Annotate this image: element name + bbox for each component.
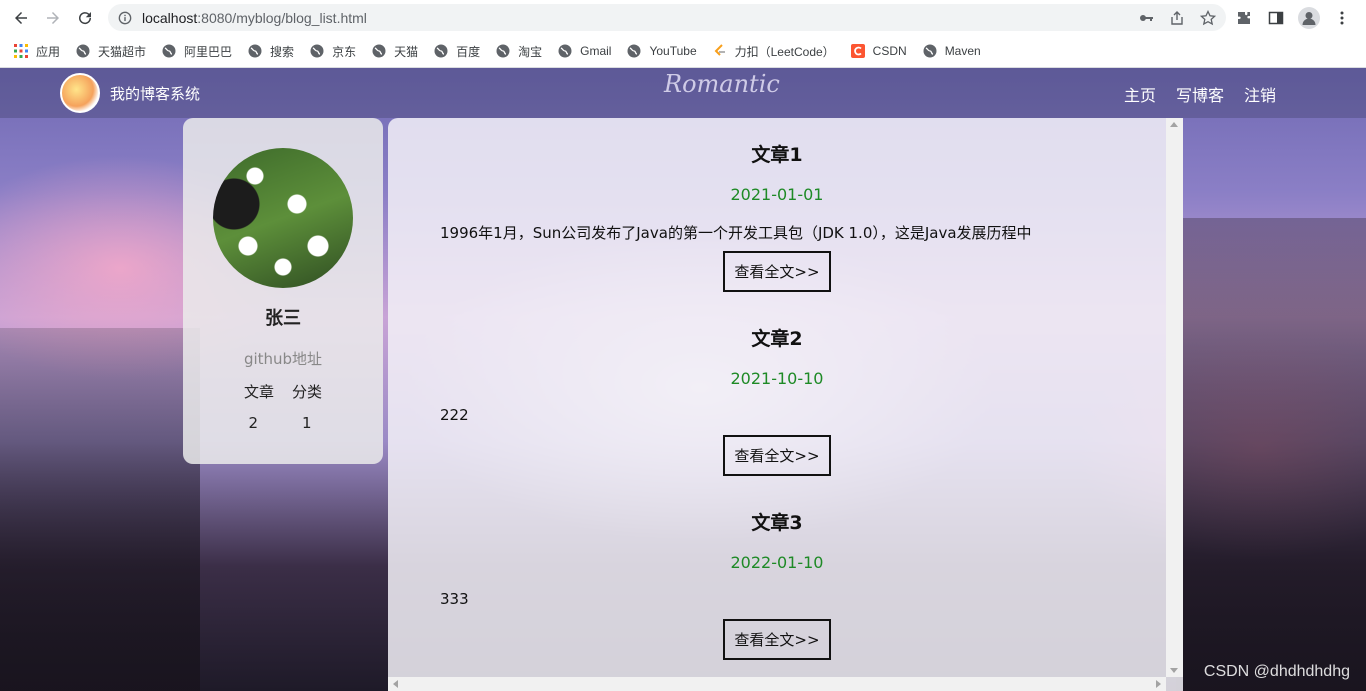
blog-title: 文章2 — [751, 328, 803, 350]
bookmark-apps[interactable]: 应用 — [14, 39, 68, 63]
user-avatar — [213, 148, 353, 288]
blog-desc: 222 — [440, 406, 469, 424]
globe-icon — [310, 44, 324, 58]
menu-dots-icon[interactable] — [1332, 8, 1352, 28]
globe-icon — [434, 44, 448, 58]
side-panel-icon[interactable] — [1266, 8, 1286, 28]
profile-avatar-icon[interactable] — [1298, 6, 1320, 29]
extensions-puzzle-icon[interactable] — [1234, 8, 1254, 28]
nav-link-write[interactable]: 写博客 — [1176, 82, 1224, 106]
horizontal-scrollbar[interactable] — [388, 677, 1166, 691]
globe-icon — [372, 44, 386, 58]
site-info-icon[interactable] — [118, 11, 132, 25]
nav-link-home[interactable]: 主页 — [1124, 82, 1156, 106]
nav-link-logout[interactable]: 注销 — [1244, 82, 1276, 106]
blog-desc: 1996年1月，Sun公司发布了Java的第一个开发工具包（JDK 1.0），这… — [440, 224, 1032, 242]
scroll-right-arrow-icon[interactable] — [1156, 680, 1161, 688]
site-logo[interactable] — [60, 73, 100, 113]
bookmark-search[interactable]: 搜索 — [248, 39, 302, 63]
address-bar[interactable]: localhost:8080/myblog/blog_list.html — [108, 4, 1226, 31]
profile-card: 张三 github地址 文章 分类 2 1 — [183, 118, 383, 464]
browser-toolbar: localhost:8080/myblog/blog_list.html — [0, 0, 1366, 35]
bookmark-tmall[interactable]: 天猫 — [372, 39, 426, 63]
globe-icon — [496, 44, 510, 58]
share-icon[interactable] — [1168, 9, 1185, 26]
reload-icon[interactable] — [74, 7, 96, 29]
blog-list-container[interactable]: 文章1 2021-01-01 1996年1月，Sun公司发布了Java的第一个开… — [388, 118, 1183, 691]
bookmark-jd[interactable]: 京东 — [310, 39, 364, 63]
csdn-icon — [850, 44, 865, 58]
blog-page: 我的博客系统 Romantic 主页 写博客 注销 张三 github地址 文章… — [0, 68, 1366, 691]
scroll-left-arrow-icon[interactable] — [393, 680, 398, 688]
scroll-down-arrow-icon[interactable] — [1170, 668, 1178, 673]
read-more-button[interactable]: 查看全文>> — [723, 435, 831, 476]
bookmark-baidu[interactable]: 百度 — [434, 39, 488, 63]
bookmark-youtube[interactable]: YouTube — [627, 39, 704, 63]
banner-text: Romantic — [664, 70, 780, 98]
csdn-watermark: CSDN @dhdhdhdhg — [1203, 663, 1350, 680]
bookmark-tmall-market[interactable]: 天猫超市 — [76, 39, 154, 63]
blog-title: 文章1 — [751, 144, 803, 166]
apps-grid-icon — [14, 44, 28, 58]
blog-desc: 333 — [440, 590, 469, 608]
globe-icon — [558, 44, 572, 58]
nav-links: 主页 写博客 注销 — [1124, 82, 1276, 106]
stat-label-articles: 文章 — [243, 383, 274, 401]
stat-value-articles: 2 — [248, 414, 258, 432]
read-more-button[interactable]: 查看全文>> — [723, 251, 831, 292]
background-trees-right — [1176, 218, 1366, 691]
site-navbar: 我的博客系统 Romantic 主页 写博客 注销 — [0, 68, 1366, 118]
extension-area — [1234, 5, 1366, 30]
bookmark-alibaba[interactable]: 阿里巴巴 — [162, 39, 240, 63]
bookmark-csdn[interactable]: CSDN — [850, 39, 915, 63]
star-icon[interactable] — [1199, 9, 1216, 26]
bookmark-taobao[interactable]: 淘宝 — [496, 39, 550, 63]
blog-date: 2022-01-10 — [730, 553, 824, 572]
read-more-button[interactable]: 查看全文>> — [723, 619, 831, 660]
forward-arrow-icon[interactable] — [42, 7, 64, 29]
blog-date: 2021-10-10 — [730, 369, 824, 388]
background-trees-left — [0, 328, 200, 691]
github-link[interactable]: github地址 — [183, 348, 383, 369]
bookmark-gmail[interactable]: Gmail — [558, 39, 619, 63]
blog-date: 2021-01-01 — [730, 185, 824, 204]
bookmark-maven[interactable]: Maven — [923, 39, 989, 63]
key-icon[interactable] — [1137, 9, 1154, 26]
vertical-scrollbar[interactable] — [1166, 118, 1183, 677]
globe-icon — [76, 44, 90, 58]
globe-icon — [627, 44, 641, 58]
globe-icon — [162, 44, 176, 58]
blog-title: 文章3 — [751, 512, 803, 534]
back-arrow-icon[interactable] — [10, 7, 32, 29]
stats-labels: 文章 分类 — [183, 381, 383, 402]
globe-icon — [248, 44, 262, 58]
site-title: 我的博客系统 — [110, 85, 201, 103]
stat-label-categories: 分类 — [292, 383, 323, 401]
stats-values: 2 1 — [183, 414, 383, 432]
scroll-up-arrow-icon[interactable] — [1170, 122, 1178, 127]
stat-value-categories: 1 — [302, 414, 312, 432]
globe-icon — [923, 44, 937, 58]
user-name: 张三 — [265, 308, 301, 329]
leetcode-icon — [713, 44, 727, 58]
bookmarks-bar: 应用 天猫超市 阿里巴巴 搜索 京东 天猫 百度 淘宝 Gmail YouTub… — [0, 35, 1366, 68]
bookmark-leetcode[interactable]: 力扣（LeetCode） — [713, 39, 843, 63]
url-text: localhost:8080/myblog/blog_list.html — [142, 9, 367, 26]
